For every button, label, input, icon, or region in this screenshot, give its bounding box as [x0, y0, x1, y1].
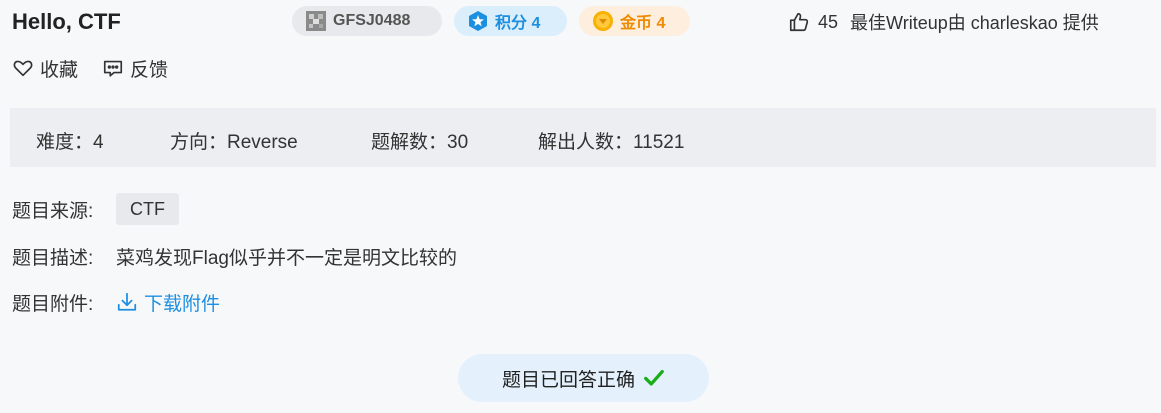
feedback-icon: [103, 60, 123, 77]
favorite-button[interactable]: 收藏: [12, 55, 78, 82]
coin-badge: 金币 4: [579, 6, 690, 36]
challenge-code-badge: GFSJ0488: [292, 6, 442, 36]
attachment-row: 题目附件: 下载附件: [12, 286, 220, 318]
challenge-title: Hello, CTF: [12, 9, 121, 34]
answered-status: 题目已回答正确: [458, 354, 709, 402]
answered-status-text: 题目已回答正确: [501, 369, 635, 391]
stats-bar: 难度：4 方向：Reverse 题解数：30 解出人数：11521: [10, 108, 1156, 167]
download-attachment-link[interactable]: 下载附件: [116, 289, 220, 316]
source-label: 题目来源:: [12, 200, 94, 222]
score-badge: 积分 4: [454, 6, 567, 36]
difficulty-stat: 难度：4: [36, 132, 104, 153]
action-bar: 收藏 反馈: [12, 54, 192, 82]
challenge-code: GFSJ0488: [333, 12, 411, 29]
like-count: 45: [818, 11, 839, 32]
description-row: 题目描述: 菜鸡发现Flag似乎并不一定是明文比较的: [12, 240, 457, 272]
feedback-label: 反馈: [130, 59, 169, 81]
challenge-avatar-icon: [306, 11, 326, 31]
solvers-stat: 解出人数：11521: [538, 132, 685, 153]
favorite-label: 收藏: [40, 59, 79, 81]
source-row: 题目来源: CTF: [12, 193, 179, 225]
thumbs-up-icon[interactable]: [788, 11, 810, 33]
download-icon: [117, 292, 137, 311]
star-hexagon-icon: [469, 11, 487, 31]
checkmark-icon: [644, 369, 664, 386]
attachment-label: 题目附件:: [12, 293, 94, 315]
coin-label: 金币 4: [620, 15, 666, 32]
download-attachment-label: 下载附件: [144, 293, 221, 315]
feedback-button[interactable]: 反馈: [102, 55, 168, 82]
description-label: 题目描述:: [12, 247, 94, 269]
heart-icon: [13, 60, 33, 77]
coin-icon: [593, 11, 613, 31]
description-text: 菜鸡发现Flag似乎并不一定是明文比较的: [116, 247, 457, 269]
direction-stat: 方向：Reverse: [170, 132, 298, 153]
source-tag[interactable]: CTF: [116, 193, 179, 225]
writeup-info: 45 最佳Writeup由 charleskao 提供: [788, 6, 1099, 38]
best-writeup-text[interactable]: 最佳Writeup由 charleskao 提供: [850, 9, 1099, 35]
score-label: 积分 4: [495, 15, 541, 32]
solves-stat: 题解数：30: [371, 132, 469, 153]
